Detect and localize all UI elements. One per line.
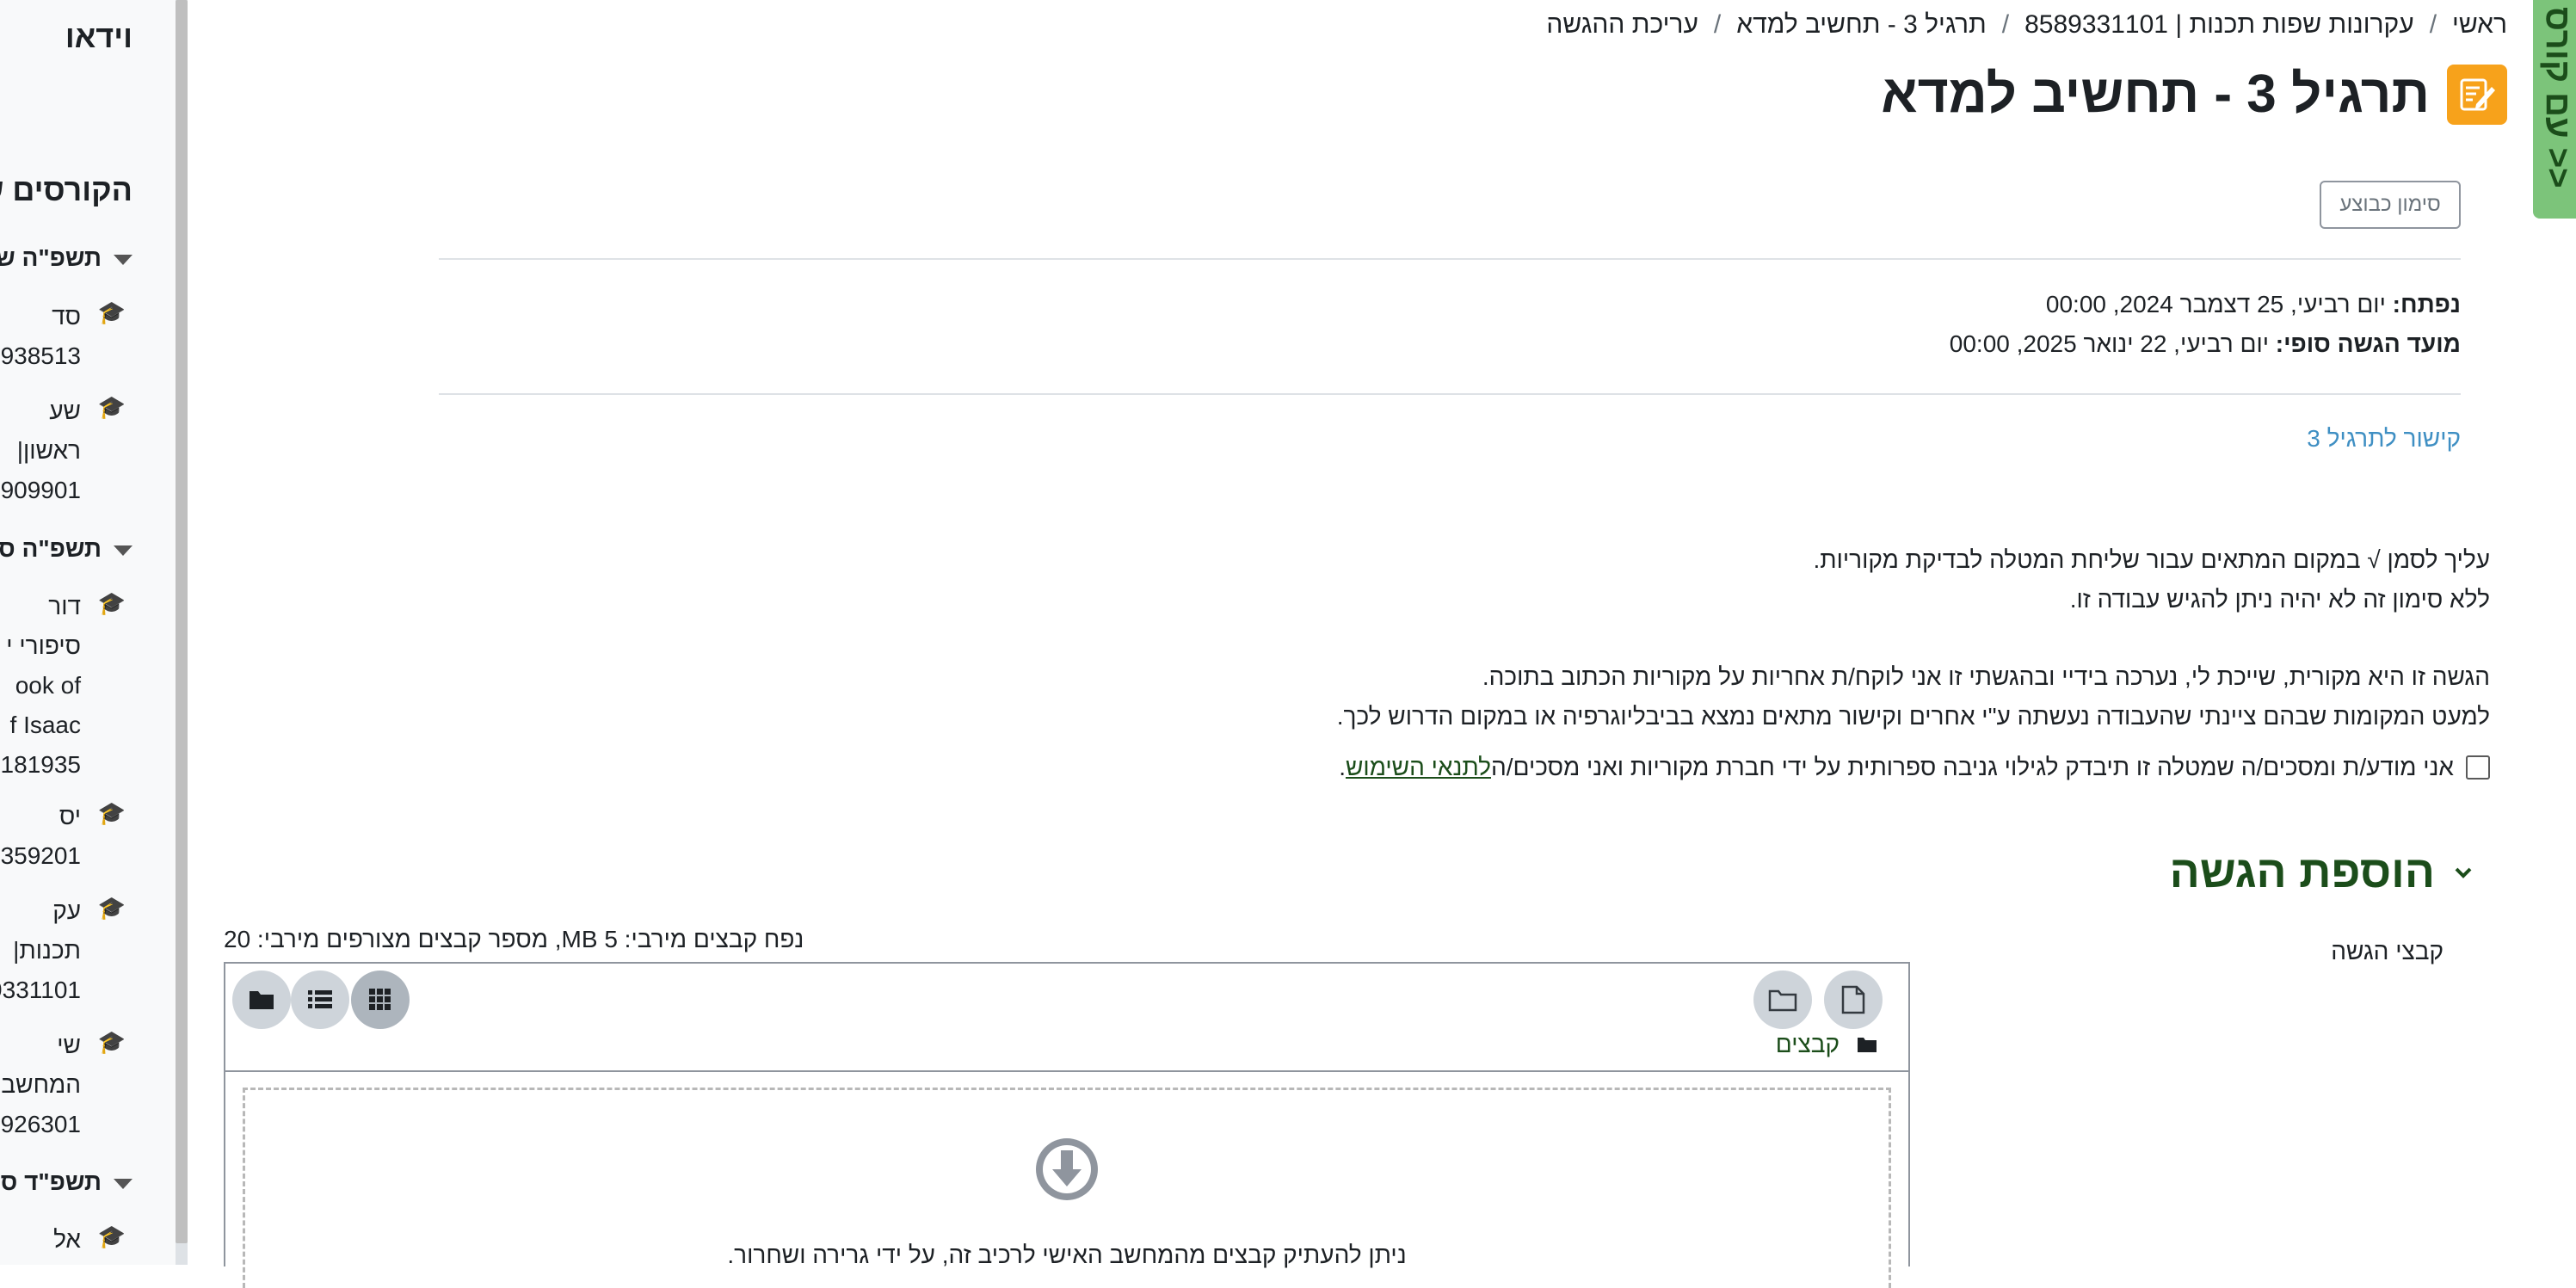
chevron-down-icon: [114, 545, 132, 556]
drawer-section-2[interactable]: תשפ"ה ס: [0, 535, 132, 563]
folder-outline-icon: [1768, 989, 1797, 1012]
folder-icon: [250, 991, 274, 1009]
file-manager-toolbar: קבצים: [225, 964, 1908, 1072]
divider: [439, 258, 2461, 260]
due-date: מועד הגשה סופי: יום רביעי, 22 ינואר 2025…: [1949, 330, 2461, 357]
drawer-section-3[interactable]: תשפ"ד ס: [1, 1168, 132, 1196]
originality-text: הגשה זו היא מקורית, שייכת לי, נערכה בידי…: [1336, 663, 2490, 730]
graduation-cap-icon: 🎓: [97, 1029, 126, 1055]
create-folder-button[interactable]: [1753, 971, 1812, 1029]
chevron-down-icon: [114, 1178, 132, 1189]
add-submission-title: הוספת הגשה: [2169, 847, 2435, 897]
divider: [439, 393, 2461, 395]
grid-icon: [369, 989, 391, 1010]
agreement-text: אני מודע/ת ומסכים/ה שמטלה זו תיבדק לגילו…: [1490, 754, 2454, 780]
course-index-label: עם קורס >>: [2539, 7, 2576, 188]
drop-zone-text: ניתן להעתיק קבצים מהמחשב האישי לרכיב זה,…: [727, 1242, 1407, 1268]
breadcrumb-home[interactable]: ראשי: [2452, 10, 2507, 39]
terms-agreement: אני מודע/ת ומסכים/ה שמטלה זו תיבדק לגילו…: [1339, 754, 2490, 781]
graduation-cap-icon: 🎓: [97, 800, 126, 826]
scrollbar-thumb[interactable]: [176, 0, 188, 1243]
file-manager-path[interactable]: קבצים: [1776, 1031, 1877, 1058]
instructions-text: עליך לסמן √ במקום המתאים עבור שליחת המטל…: [1813, 546, 2490, 613]
breadcrumb-separator: /: [2001, 10, 2010, 39]
list-icon: [308, 990, 332, 1008]
view-list-button[interactable]: [291, 971, 349, 1029]
graduation-cap-icon: 🎓: [97, 299, 126, 325]
mark-as-done-button[interactable]: סימון כבוצע: [2320, 181, 2461, 229]
file-limits: נפח קבצים מירבי: 5 MB, מספר קבצים מצורפי…: [224, 926, 804, 952]
file-manager: קבצים ניתן להעתיק קבצים מהמחשב האישי לרכ…: [224, 962, 1910, 1288]
breadcrumb-current: עריכת ההגשה: [1546, 10, 1698, 39]
view-tree-button[interactable]: [232, 971, 291, 1029]
graduation-cap-icon: 🎓: [97, 590, 126, 616]
drawer-scrollbar[interactable]: [176, 0, 188, 1265]
page-title: תרגיל 3 - תחשיב למדא: [1881, 65, 2430, 124]
terms-of-use-link[interactable]: לתנאי השימוש: [1346, 754, 1491, 781]
opened-date: נפתח: יום רביעי, 25 דצמבר 2024, 00:00: [2045, 291, 2461, 317]
path-label: קבצים: [1775, 1031, 1840, 1057]
submission-files-label: קבצי הגשה: [2331, 938, 2444, 964]
chevron-down-icon: [2455, 867, 2472, 878]
folder-icon: [1858, 1038, 1877, 1052]
graduation-cap-icon: 🎓: [97, 1223, 126, 1249]
drawer-title: וידאו: [65, 19, 132, 54]
graduation-cap-icon: 🎓: [97, 394, 126, 420]
courses-heading: הקורסים ש: [0, 172, 132, 207]
download-arrow-icon: [1036, 1138, 1098, 1200]
breadcrumb-assignment[interactable]: תרגיל 3 - תחשיב למדא: [1736, 10, 1987, 39]
breadcrumb-separator: /: [2429, 10, 2437, 39]
file-drop-zone[interactable]: ניתן להעתיק קבצים מהמחשב האישי לרכיב זה,…: [243, 1088, 1891, 1288]
assignment-icon: [2447, 64, 2507, 125]
agreement-checkbox[interactable]: [2466, 755, 2490, 780]
breadcrumb-course[interactable]: עקרונות שפות תכנות | 8589331101: [2024, 10, 2414, 39]
drawer-section-1[interactable]: תשפ"ה ש: [0, 244, 132, 272]
view-icons-button[interactable]: [351, 971, 410, 1029]
breadcrumb: ראשי / עקרונות שפות תכנות | 8589331101 / תרג…: [1546, 10, 2507, 40]
course-index-toggle[interactable]: עם קורס >>: [2533, 0, 2576, 219]
chevron-down-icon: [114, 254, 132, 265]
breadcrumb-separator: /: [1713, 10, 1722, 39]
exercise-link[interactable]: קישור לתרגיל 3: [2307, 425, 2461, 453]
course-drawer: וידאו הקורסים ש תשפ"ה ש תשפ"ה ס תשפ"ד ס …: [0, 0, 176, 1265]
add-submission-header[interactable]: הוספת הגשה: [2170, 847, 2473, 898]
main-region: ראשי / עקרונות שפות תכנות | 8589331101 / תרג…: [189, 0, 2533, 1288]
file-icon: [1841, 985, 1865, 1014]
add-file-button[interactable]: [1824, 971, 1883, 1029]
graduation-cap-icon: 🎓: [97, 895, 126, 921]
page-header: תרגיל 3 - תחשיב למדא: [1881, 64, 2507, 125]
